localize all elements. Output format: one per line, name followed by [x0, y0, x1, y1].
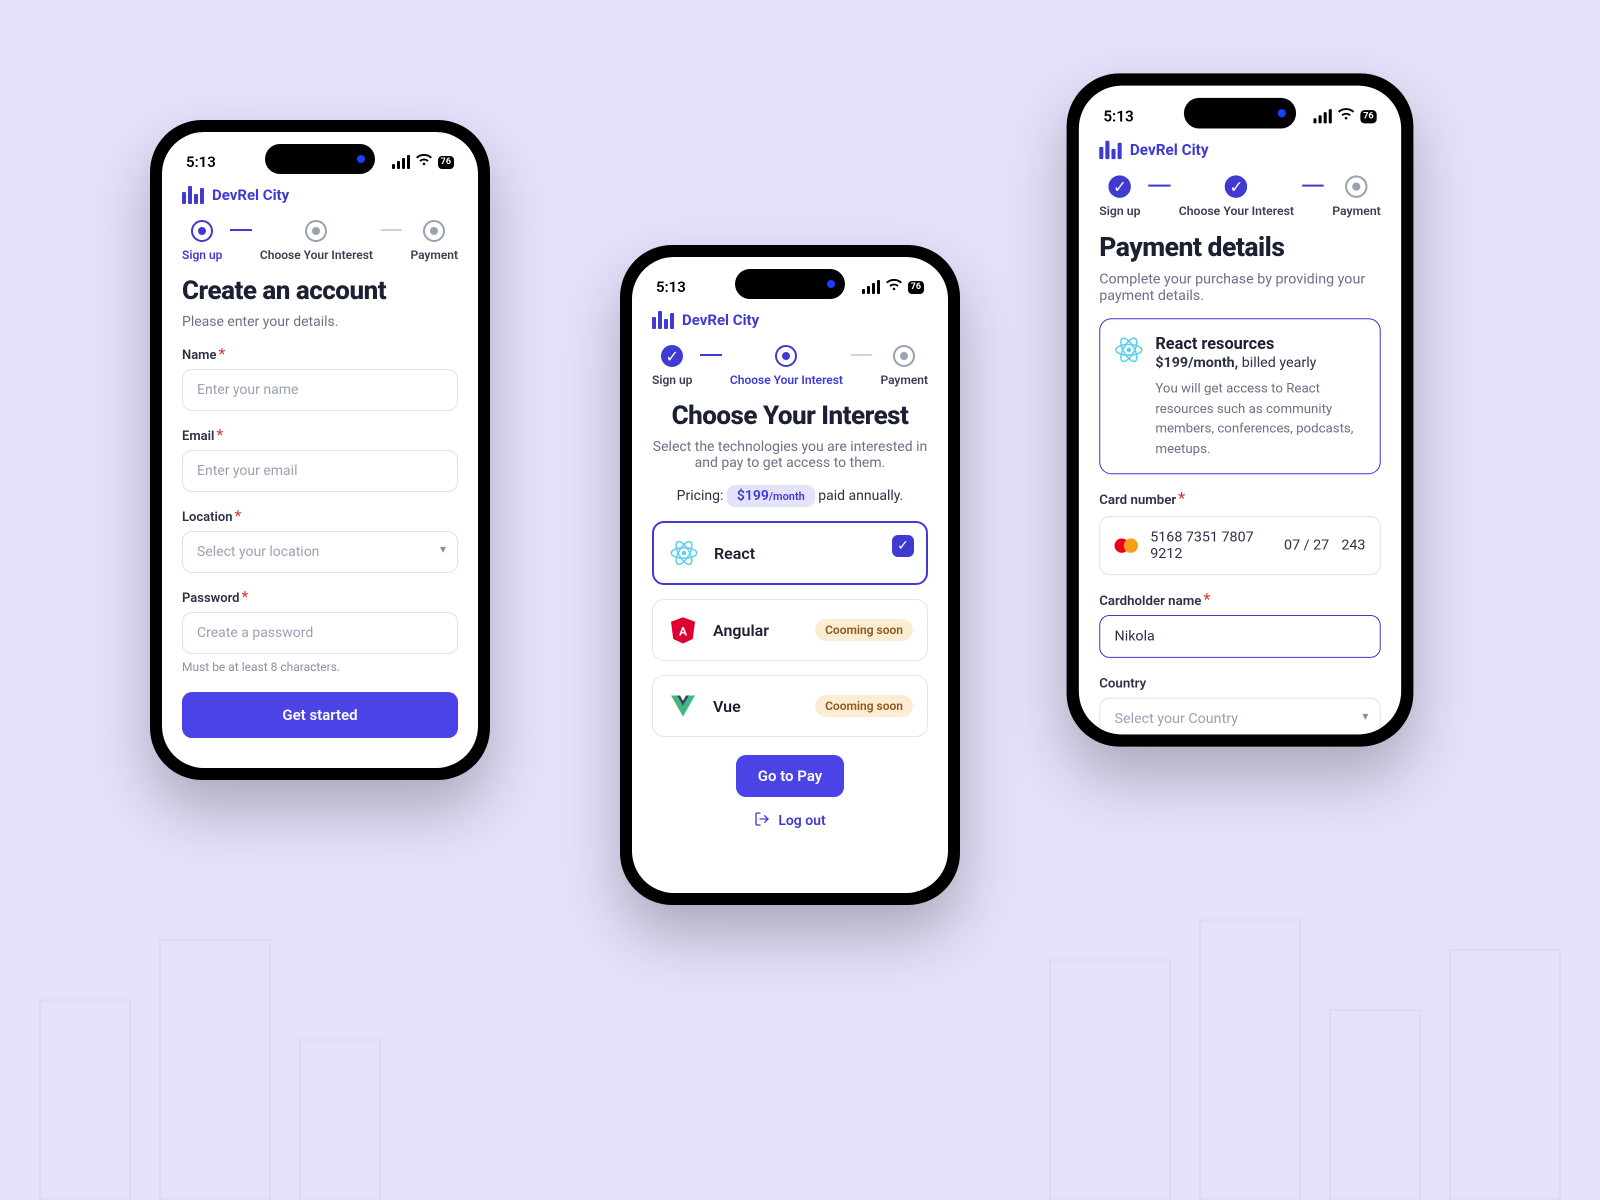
step-payment-icon: [423, 220, 445, 242]
coming-soon-badge: Cooming soon: [815, 695, 913, 717]
password-label: Password: [182, 591, 239, 606]
step-choose-label: Choose Your Interest: [260, 248, 373, 262]
page-title: Choose Your Interest: [652, 401, 928, 431]
cardholder-label: Cardholder name: [1099, 594, 1201, 609]
step-choose-icon: [305, 220, 327, 242]
coming-soon-badge: Cooming soon: [815, 619, 913, 641]
chevron-down-icon: ▾: [440, 542, 446, 556]
progress-stepper: ✓ Sign up ✓ Choose Your Interest Payment: [1079, 169, 1401, 218]
name-label: Name: [182, 348, 216, 363]
pricing-row: Pricing: $199/month paid annually.: [652, 485, 928, 507]
page-subtitle: Complete your purchase by providing your…: [1099, 271, 1381, 304]
check-icon: ✓: [892, 535, 914, 557]
mastercard-icon: [1115, 539, 1138, 553]
step-signup-icon: ✓: [661, 345, 683, 367]
step-signup-label: Sign up: [1099, 204, 1140, 218]
plan-description: You will get access to React resources s…: [1155, 379, 1365, 459]
brand-logo-icon: [1099, 141, 1121, 159]
status-time: 5:13: [1103, 107, 1133, 125]
app-header: DevRel City: [162, 180, 478, 214]
plan-price: $199/month, billed yearly: [1155, 355, 1365, 371]
step-choose-icon: ✓: [1225, 175, 1247, 197]
name-input[interactable]: [182, 369, 458, 411]
phone-frame-payment: 5:13 76 DevRel City ✓ Sign up ✓ Choose Y…: [1067, 73, 1414, 746]
react-icon: [1113, 334, 1146, 367]
page-title: Payment details: [1099, 233, 1381, 264]
step-choose-label: Choose Your Interest: [1179, 204, 1294, 218]
step-choose-label: Choose Your Interest: [730, 373, 843, 387]
plan-summary-card: React resources $199/month, billed yearl…: [1099, 318, 1381, 474]
step-payment-label: Payment: [410, 248, 458, 262]
step-payment-icon: [1345, 175, 1367, 197]
logout-link[interactable]: Log out: [754, 811, 825, 831]
wifi-icon: [1338, 108, 1354, 124]
price-pill: $199/month: [727, 485, 815, 507]
page-subtitle: Please enter your details.: [182, 314, 458, 330]
react-icon: [668, 537, 700, 569]
step-signup-label: Sign up: [652, 373, 692, 387]
card-number-input[interactable]: 5168 7351 7807 9212 07 / 27 243: [1099, 516, 1381, 575]
plan-title: React resources: [1155, 334, 1365, 353]
country-select[interactable]: [1099, 698, 1381, 735]
chevron-down-icon: ▾: [1362, 709, 1368, 723]
tech-option-react[interactable]: React ✓: [652, 521, 928, 585]
brand-name: DevRel City: [1130, 141, 1209, 159]
phone-frame-signup: 5:13 76 DevRel City Sign up Choose Your …: [150, 120, 490, 780]
status-time: 5:13: [186, 153, 216, 171]
password-input[interactable]: [182, 612, 458, 654]
dynamic-island: [735, 269, 845, 299]
country-label: Country: [1099, 676, 1146, 691]
cardholder-input[interactable]: [1099, 615, 1381, 658]
step-signup-label: Sign up: [182, 248, 222, 262]
brand-name: DevRel City: [212, 186, 289, 204]
tech-name: Angular: [713, 621, 769, 640]
vue-icon: [667, 690, 699, 722]
signal-icon: [392, 155, 410, 169]
logout-icon: [754, 811, 770, 831]
phone-frame-choose: 5:13 76 DevRel City ✓ Sign up Choose You…: [620, 245, 960, 905]
step-signup-icon: ✓: [1109, 175, 1131, 197]
brand-name: DevRel City: [682, 311, 759, 329]
go-to-pay-button[interactable]: Go to Pay: [736, 755, 844, 797]
step-choose-icon: [775, 345, 797, 367]
signal-icon: [862, 280, 880, 294]
step-payment-label: Payment: [880, 373, 928, 387]
card-number-value: 5168 7351 7807 9212: [1150, 529, 1272, 562]
battery-icon: 76: [908, 281, 924, 294]
dynamic-island: [265, 144, 375, 174]
tech-name: React: [714, 544, 755, 563]
svg-text:A: A: [679, 624, 688, 638]
battery-icon: 76: [438, 156, 454, 169]
step-payment-label: Payment: [1332, 204, 1381, 218]
password-hint: Must be at least 8 characters.: [182, 660, 458, 674]
card-number-label: Card number: [1099, 493, 1176, 508]
angular-icon: A: [667, 614, 699, 646]
page-title: Create an account: [182, 276, 458, 306]
signal-icon: [1313, 109, 1331, 123]
progress-stepper: Sign up Choose Your Interest Payment: [162, 214, 478, 262]
dynamic-island: [1184, 98, 1296, 129]
brand-logo-icon: [182, 186, 204, 204]
page-subtitle: Select the technologies you are interest…: [652, 439, 928, 471]
location-label: Location: [182, 510, 233, 525]
tech-option-vue[interactable]: Vue Cooming soon: [652, 675, 928, 737]
progress-stepper: ✓ Sign up Choose Your Interest Payment: [632, 339, 948, 387]
app-header: DevRel City: [1079, 135, 1401, 170]
app-header: DevRel City: [632, 305, 948, 339]
status-time: 5:13: [656, 278, 686, 296]
tech-option-angular[interactable]: A Angular Cooming soon: [652, 599, 928, 661]
email-label: Email: [182, 429, 214, 444]
wifi-icon: [886, 279, 902, 295]
step-signup-icon: [191, 220, 213, 242]
battery-icon: 76: [1360, 110, 1377, 123]
tech-name: Vue: [713, 697, 741, 716]
card-cvc-value: 243: [1341, 538, 1365, 554]
card-expiry-value: 07 / 27: [1284, 538, 1329, 554]
email-input[interactable]: [182, 450, 458, 492]
wifi-icon: [416, 154, 432, 170]
brand-logo-icon: [652, 311, 674, 329]
location-select[interactable]: [182, 531, 458, 573]
get-started-button[interactable]: Get started: [182, 692, 458, 738]
step-payment-icon: [893, 345, 915, 367]
